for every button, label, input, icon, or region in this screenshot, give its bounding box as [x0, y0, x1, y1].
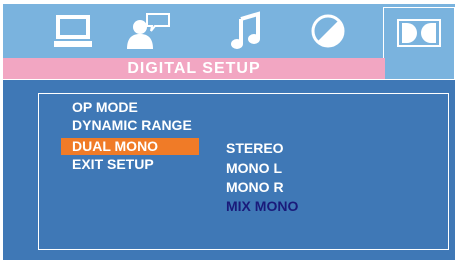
option-mix-mono[interactable]: MIX MONO: [226, 198, 298, 214]
tab-bar: [3, 4, 455, 80]
music-note-icon: [231, 11, 260, 49]
setup-screen: DIGITAL SETUP OP MODE DYNAMIC RANGE DUAL…: [3, 4, 455, 260]
option-mono-r[interactable]: MONO R: [226, 179, 284, 195]
menu-item-op-mode[interactable]: OP MODE: [72, 99, 138, 115]
tab-general[interactable]: [49, 8, 97, 54]
option-mono-l[interactable]: MONO L: [226, 160, 282, 176]
tab-video[interactable]: [306, 8, 350, 54]
dolby-digital-icon: [397, 19, 441, 47]
menu-item-exit-setup[interactable]: EXIT SETUP: [72, 156, 154, 172]
contrast-circle-icon: [311, 14, 345, 48]
monitor-icon: [54, 15, 92, 47]
page-title: DIGITAL SETUP: [127, 60, 261, 77]
person-speech-icon: [127, 13, 170, 49]
tab-audio[interactable]: [121, 8, 177, 54]
tab-dolby-digital[interactable]: [383, 7, 455, 80]
page-banner: DIGITAL SETUP: [3, 58, 385, 80]
menu-item-dual-mono[interactable]: DUAL MONO: [72, 138, 158, 154]
menu-item-dynamic-range[interactable]: DYNAMIC RANGE: [72, 117, 192, 133]
tab-music[interactable]: [224, 8, 268, 54]
option-stereo[interactable]: STEREO: [226, 140, 284, 156]
